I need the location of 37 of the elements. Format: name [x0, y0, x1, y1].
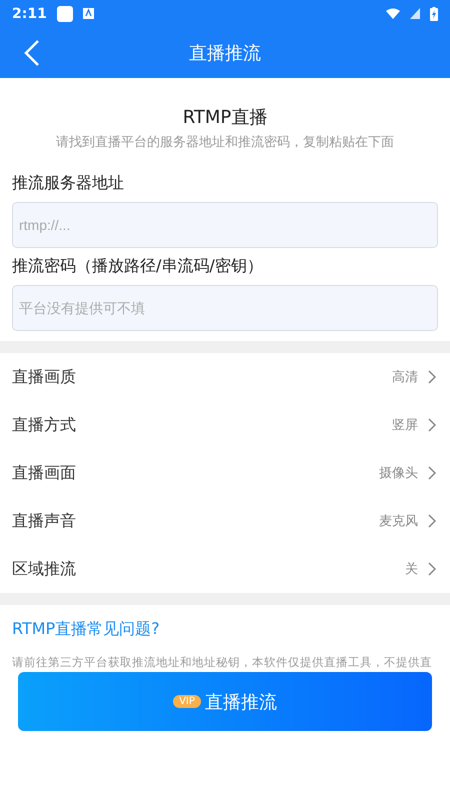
settings-row[interactable]: 直播方式 竖屏 — [0, 401, 450, 449]
faq-text: 请前往第三方平台获取推流地址和地址秘钥，本软件仅提供直播工具，不提供直 — [12, 654, 433, 670]
settings-row[interactable]: 直播声音 麦克风 — [0, 497, 450, 545]
vip-badge: VIP — [173, 695, 201, 708]
chevron-right-icon — [428, 562, 436, 576]
chevron-right-icon — [428, 466, 436, 480]
screen-title: 直播推流 — [189, 42, 261, 64]
chevron-right-icon — [428, 418, 436, 432]
field-label: 推流密码（播放路径/串流码/密钥） — [12, 256, 264, 277]
section-title: RTMP直播 — [182, 106, 268, 129]
field-label: 推流服务器地址 — [12, 173, 125, 194]
signal-icon — [410, 8, 420, 19]
setting-label: 直播方式 — [12, 414, 77, 436]
settings-row[interactable]: 区域推流 关 — [0, 545, 450, 593]
settings-row[interactable]: 直播画面 摄像头 — [0, 449, 450, 497]
chevron-right-icon — [428, 514, 436, 528]
setting-value: 关 — [405, 561, 418, 578]
status-time: 2:11 — [12, 6, 47, 22]
setting-label: 区域推流 — [12, 558, 77, 580]
battery-icon — [430, 6, 438, 20]
setting-value: 高清 — [392, 369, 418, 386]
setting-label: 直播画质 — [12, 366, 77, 388]
settings-row[interactable]: 直播画质 高清 — [0, 353, 450, 401]
back-icon[interactable] — [24, 40, 40, 66]
setting-value: 摄像头 — [379, 465, 418, 482]
input-field[interactable]: rtmp://... — [12, 202, 438, 248]
input-field[interactable]: 平台没有提供可不填 — [12, 285, 438, 331]
notification-icon — [56, 6, 73, 22]
setting-value: 竖屏 — [392, 417, 418, 434]
setting-label: 直播画面 — [12, 462, 77, 484]
instruction-text: 请找到直播平台的服务器地址和推流密码，复制粘贴在下面 — [56, 134, 394, 151]
chevron-right-icon — [428, 370, 436, 384]
setting-label: 直播声音 — [12, 510, 77, 532]
keyboard-notification-icon — [82, 8, 94, 19]
wifi-icon — [386, 8, 400, 20]
start-stream-button[interactable]: VIP 直播推流 — [18, 672, 432, 731]
setting-value: 麦克风 — [379, 513, 418, 530]
